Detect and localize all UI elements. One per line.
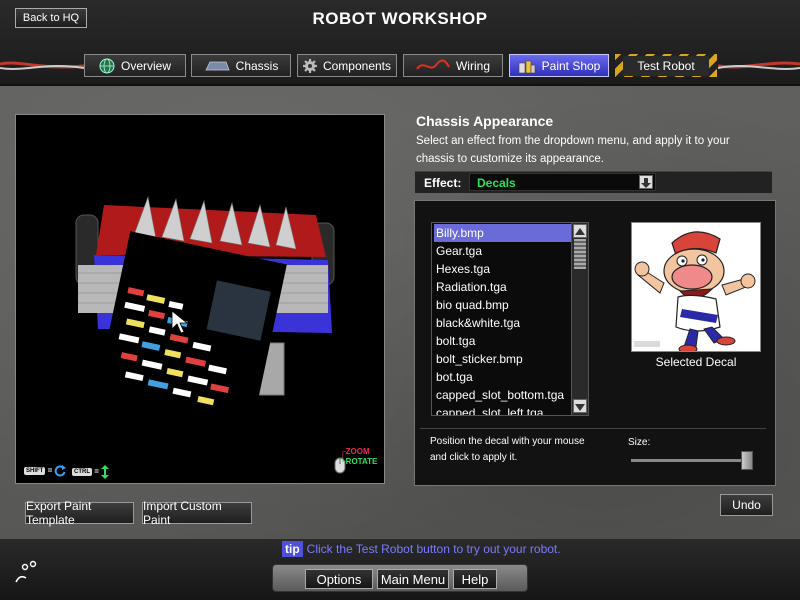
ctrl-move-hint: CTRL = [72, 465, 110, 479]
tab-paint-shop-label: Paint Shop [541, 58, 601, 73]
list-item[interactable]: bot.tga [434, 368, 572, 386]
shift-rotate-hint: SHIFT = [24, 465, 67, 477]
list-item[interactable]: bolt_sticker.bmp [434, 350, 572, 368]
header-bar: Back to HQ ROBOT WORKSHOP Overview Chass… [0, 0, 800, 86]
import-custom-paint-button[interactable]: Import Custom Paint [142, 499, 252, 527]
list-item[interactable]: Gear.tga [434, 242, 572, 260]
tab-wiring-label: Wiring [455, 58, 490, 73]
page-title: ROBOT WORKSHOP [312, 9, 488, 28]
dropdown-arrow-icon[interactable] [639, 175, 653, 189]
tab-components[interactable]: Components [297, 54, 397, 77]
list-item[interactable]: capped_slot_left.tga [434, 404, 572, 415]
cartoon-character-image [634, 231, 756, 351]
divider [420, 428, 766, 429]
tab-wiring[interactable]: Wiring [403, 54, 503, 77]
help-button[interactable]: Help [453, 569, 497, 589]
gear-icon [302, 58, 317, 73]
decal-file-list[interactable]: Billy.bmp Gear.tga Hexes.tga Radiation.t… [431, 222, 589, 416]
tab-chassis[interactable]: Chassis [191, 54, 291, 77]
effect-dropdown-value: Decals [477, 176, 516, 190]
ctrl-key-badge: CTRL [72, 468, 92, 476]
robot-face-icon [15, 560, 37, 583]
export-paint-template-button[interactable]: Export Paint Template [25, 499, 134, 527]
selected-decal-preview [631, 222, 761, 352]
effect-dropdown[interactable]: Decals [469, 173, 656, 191]
scroll-up-icon[interactable] [573, 224, 587, 238]
size-slider-track[interactable] [631, 459, 753, 462]
list-item[interactable]: capped_slot_bottom.tga [434, 386, 572, 404]
bottom-menu-bar: Options Main Menu Help [272, 564, 528, 592]
main-menu-button[interactable]: Main Menu [377, 569, 449, 589]
shift-key-badge: SHIFT [24, 467, 46, 475]
options-button[interactable]: Options [305, 569, 373, 589]
wire-left-decoration [0, 61, 84, 70]
tab-overview[interactable]: Overview [84, 54, 186, 77]
robot-chassis-render [75, 195, 335, 441]
tab-test-robot-label: Test Robot [623, 55, 709, 76]
list-item[interactable]: black&white.tga [434, 314, 572, 332]
chassis-appearance-description: Select an effect from the dropdown menu,… [416, 135, 730, 165]
list-item[interactable]: bio quad.bmp [434, 296, 572, 314]
tip-message: tip Click the Test Robot button to try o… [282, 541, 561, 557]
list-item[interactable]: bolt.tga [434, 332, 572, 350]
vertical-arrows-icon [101, 465, 110, 479]
robot-3d-viewport[interactable]: SHIFT = CTRL = ┌ZOOM └ROTATE [15, 114, 385, 484]
rotate-arrow-icon [55, 465, 67, 477]
size-slider-handle[interactable] [741, 451, 753, 470]
tab-overview-label: Overview [120, 58, 171, 73]
tab-components-label: Components [322, 58, 392, 73]
list-item[interactable]: Billy.bmp [434, 224, 572, 242]
tip-text: Click the Test Robot button to try out y… [306, 542, 561, 556]
rotate-label: └ROTATE [340, 457, 378, 466]
effect-label: Effect: [424, 176, 462, 190]
size-label: Size: [628, 437, 651, 448]
zoom-label: ┌ZOOM [340, 447, 370, 456]
list-item[interactable]: Hexes.tga [434, 260, 572, 278]
tab-test-robot[interactable]: Test Robot [615, 54, 717, 77]
chassis-icon [205, 61, 230, 70]
scroll-down-icon[interactable] [573, 399, 587, 413]
wire-right-decoration [718, 61, 800, 70]
tip-badge: tip [282, 541, 303, 557]
undo-button[interactable]: Undo [720, 494, 773, 516]
decal-list-scrollbar[interactable] [571, 223, 588, 415]
list-item[interactable]: Radiation.tga [434, 278, 572, 296]
globe-icon [99, 58, 115, 73]
chassis-appearance-title: Chassis Appearance [416, 113, 554, 129]
tab-chassis-label: Chassis [235, 58, 279, 73]
wire-icon [416, 59, 450, 70]
selected-decal-caption: Selected Decal [655, 355, 737, 369]
position-decal-hint: Position the decal with your mouse and c… [430, 436, 585, 463]
tab-paint-shop[interactable]: Paint Shop [509, 54, 609, 77]
scrollbar-thumb[interactable] [574, 239, 586, 269]
paint-cans-icon [518, 60, 535, 73]
